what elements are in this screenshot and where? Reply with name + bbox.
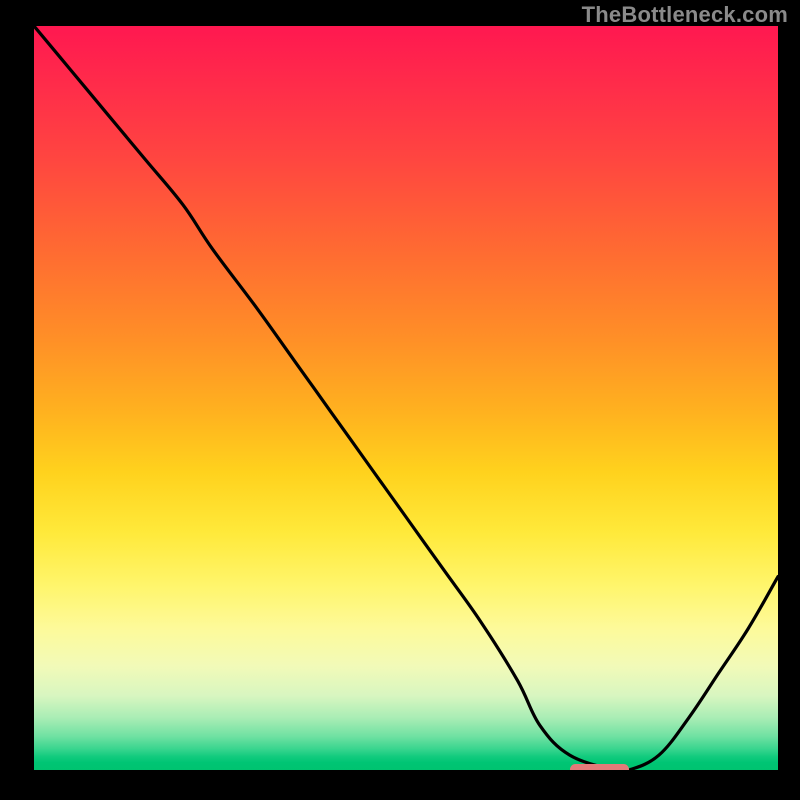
curve-svg (34, 26, 778, 770)
valley-marker (570, 764, 630, 770)
chart-frame: TheBottleneck.com (0, 0, 800, 800)
bottleneck-curve (34, 26, 778, 770)
watermark-text: TheBottleneck.com (582, 2, 788, 28)
plot-area (34, 26, 778, 770)
